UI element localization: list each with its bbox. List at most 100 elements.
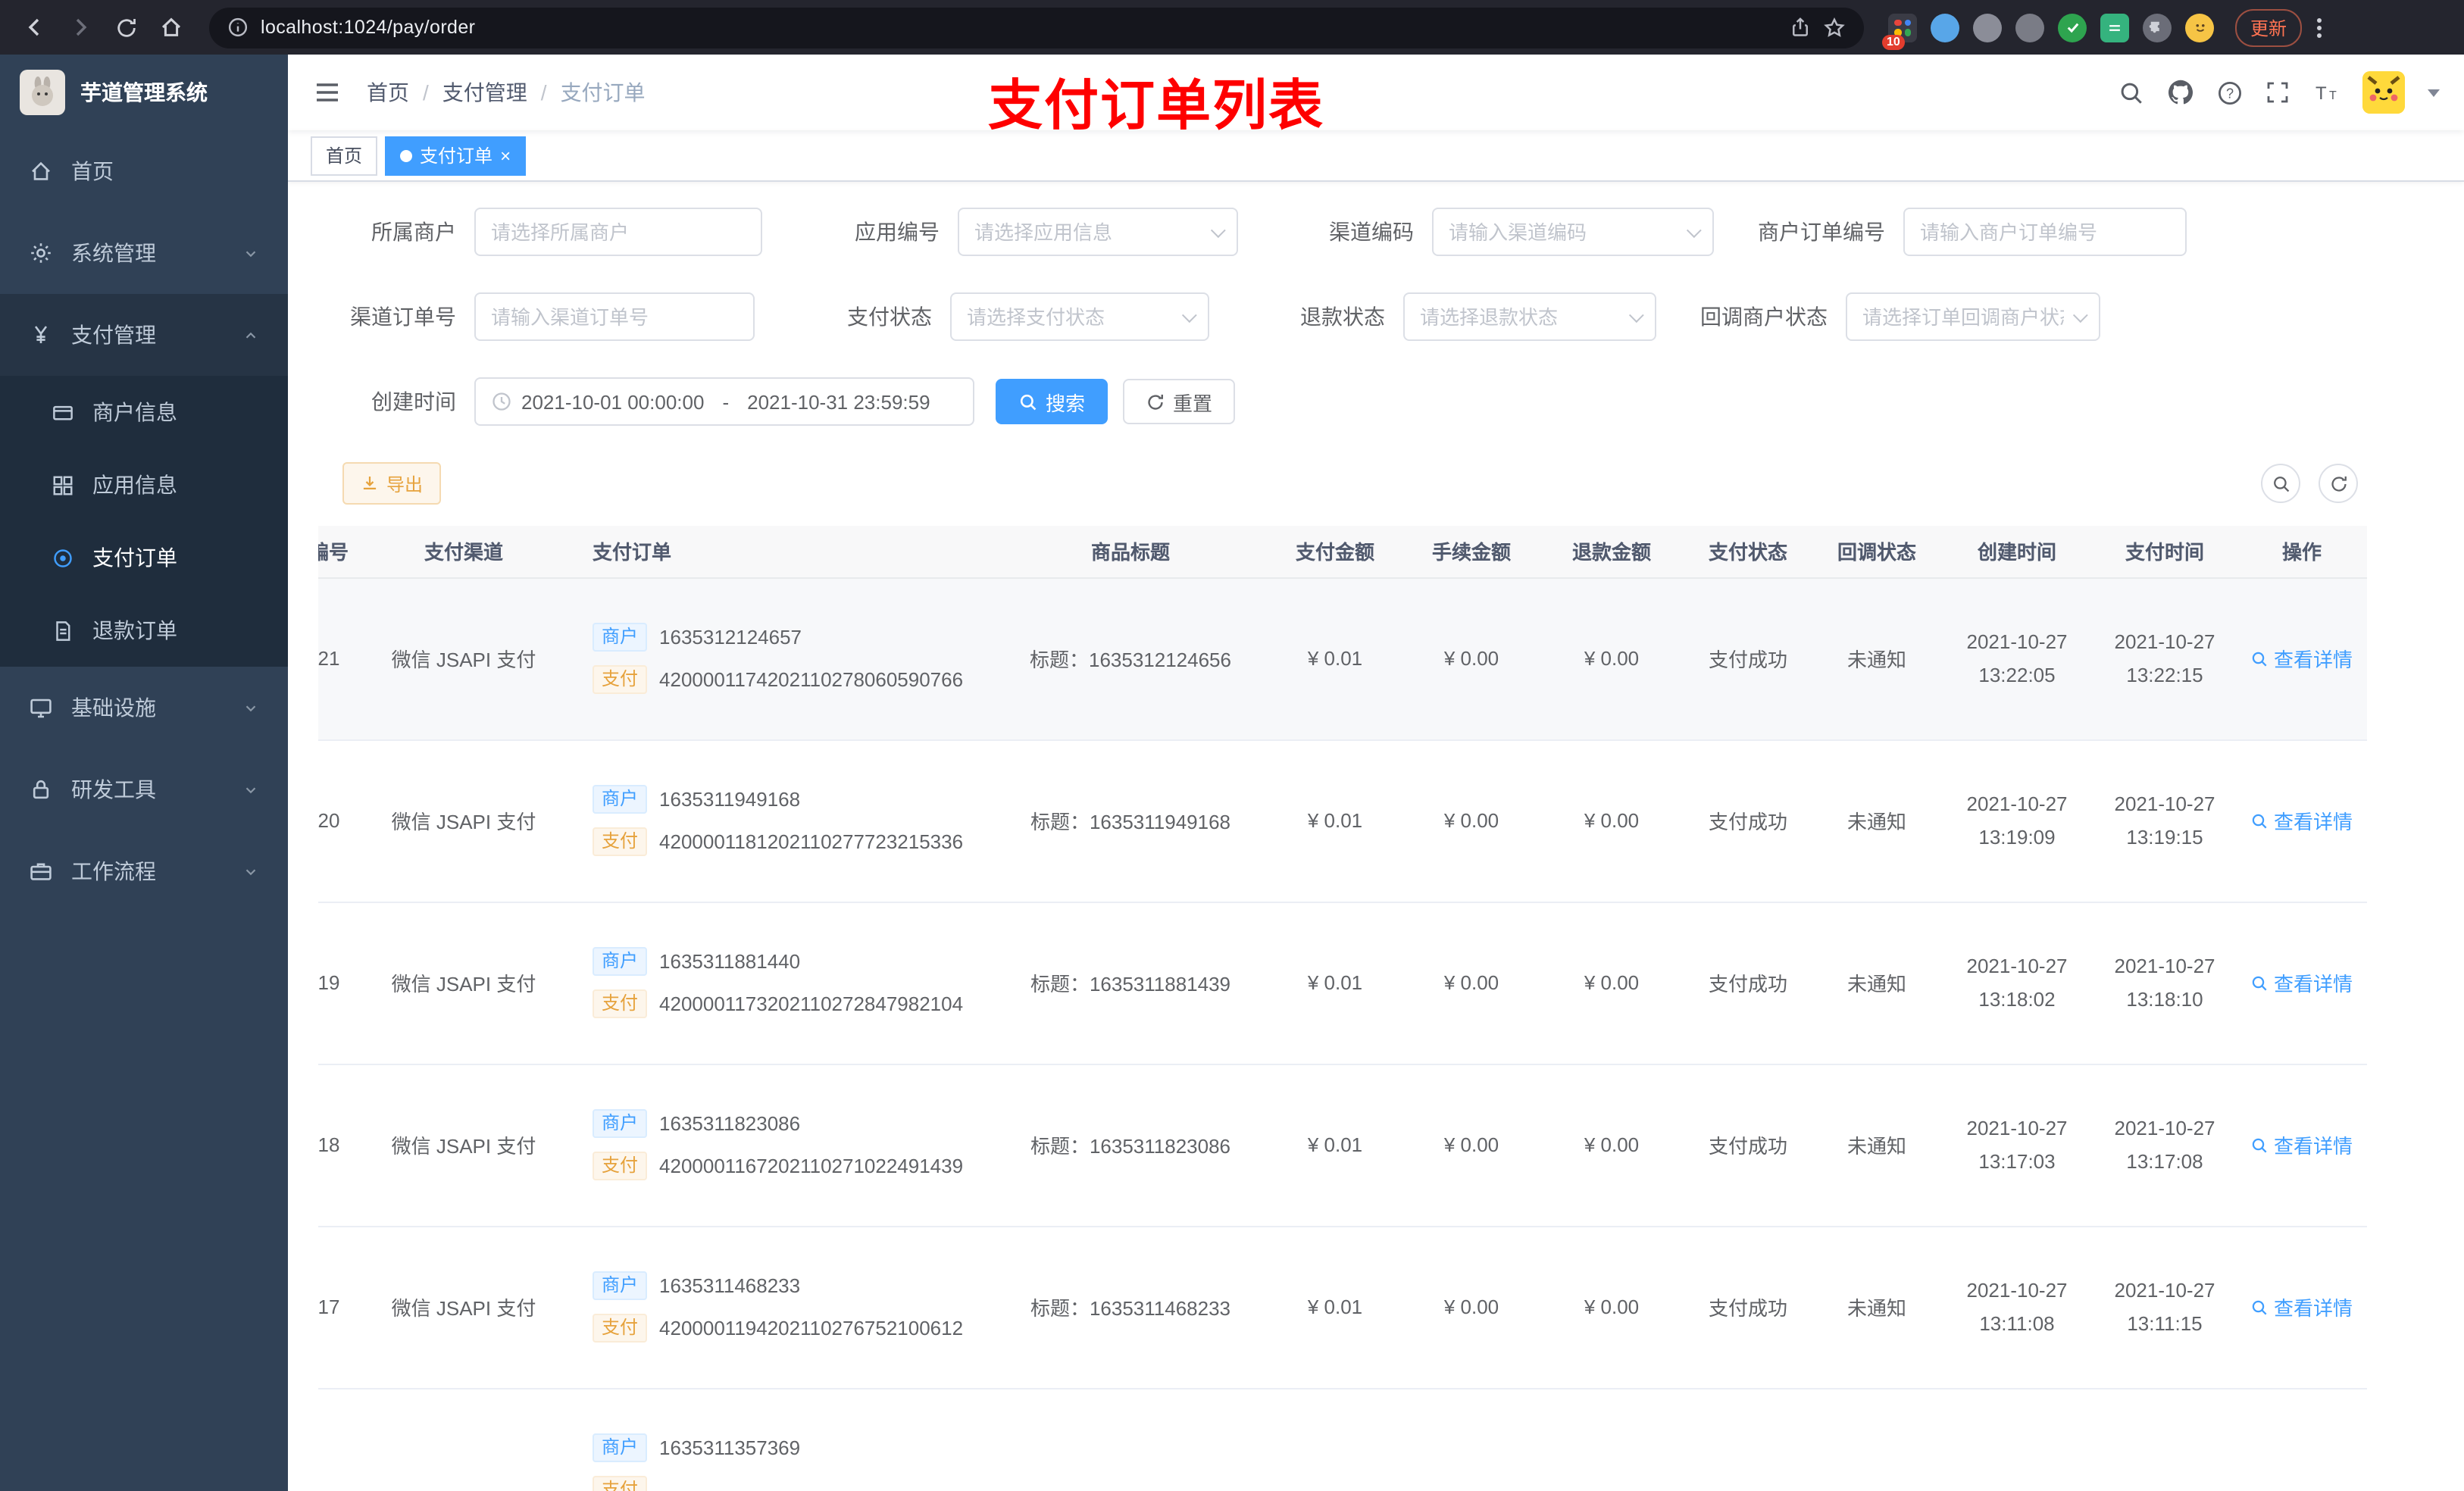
refresh-table-button[interactable] [2319, 464, 2358, 503]
site-info-icon[interactable] [227, 17, 249, 38]
channel-code-input[interactable] [1449, 220, 1678, 243]
monitor-icon [29, 695, 53, 720]
cell-refund: ¥ 0.00 [1540, 1226, 1684, 1389]
sidebar-item-app-info[interactable]: 应用信息 [0, 449, 288, 521]
sidebar-item-label: 支付管理 [71, 323, 156, 347]
extension-gray1-icon[interactable] [1973, 13, 2002, 42]
refund-status-select[interactable] [1403, 292, 1656, 341]
merchant-order-no-input[interactable] [1920, 220, 2170, 243]
date-end[interactable]: 2021-10-31 23:59:59 [747, 390, 930, 413]
forward-icon[interactable] [61, 8, 100, 47]
pay-status-input[interactable] [967, 305, 1173, 328]
view-details-link[interactable]: 查看详情 [2251, 968, 2353, 997]
pay-badge: 支付 [593, 989, 648, 1018]
app-logo[interactable]: 芋道管理系统 [0, 55, 288, 130]
tab-close-icon[interactable]: × [500, 146, 511, 164]
cell-actions: 查看详情 [2237, 1064, 2367, 1227]
merchant-select[interactable] [474, 208, 762, 256]
sidebar-item-workflow[interactable]: 工作流程 [0, 830, 288, 912]
home-icon[interactable] [152, 8, 191, 47]
view-details-link[interactable]: 查看详情 [2251, 806, 2353, 835]
export-button[interactable]: 导出 [342, 462, 442, 505]
sidebar-item-dev-tools[interactable]: 研发工具 [0, 749, 288, 830]
avatar-caret-icon[interactable] [2428, 89, 2440, 96]
view-details-link[interactable]: 查看详情 [2251, 644, 2353, 673]
reload-icon[interactable] [106, 8, 145, 47]
cell-status [1684, 1388, 1812, 1491]
extension-chat-icon[interactable] [2100, 13, 2129, 42]
cell-pay-order: 商户 1635311881440 支付 4200001173202110272847… [555, 902, 994, 1064]
channel-order-no-input[interactable] [491, 305, 738, 328]
filter-label: 回调商户状态 [1700, 305, 1828, 329]
refresh-icon [1146, 392, 1165, 411]
date-start[interactable]: 2021-10-01 00:00:00 [521, 390, 704, 413]
sidebar-item-home[interactable]: 首页 [0, 130, 288, 212]
cell-title: 标题：1635312124656 [994, 577, 1267, 740]
filter-row-3: 创建时间 2021-10-01 00:00:00 - 2021-10-31 23… [318, 377, 2434, 426]
sidebar-item-payment[interactable]: 支付管理 [0, 294, 288, 376]
pay-badge: 支付 [593, 1476, 648, 1491]
date-range-picker[interactable]: 2021-10-01 00:00:00 - 2021-10-31 23:59:5… [474, 377, 974, 426]
reset-button[interactable]: 重置 [1123, 379, 1236, 424]
chevron-down-icon [242, 699, 259, 716]
cell-title: 标题：1635311468233 [994, 1226, 1267, 1389]
cell-fee [1403, 1388, 1540, 1491]
share-icon[interactable] [1790, 17, 1811, 38]
view-details-link[interactable]: 查看详情 [2251, 1293, 2353, 1321]
tab-pay-order[interactable]: 支付订单 × [385, 136, 527, 175]
avatar-face-icon[interactable] [2185, 13, 2214, 42]
sidebar-item-pay-order[interactable]: 支付订单 [0, 521, 288, 594]
view-details-link[interactable]: 查看详情 [2251, 1130, 2353, 1159]
github-icon[interactable] [2167, 79, 2194, 106]
app-id-input[interactable] [974, 220, 1202, 243]
tab-home[interactable]: 首页 [311, 136, 378, 175]
breadcrumb-payment[interactable]: 支付管理 [442, 77, 527, 108]
font-size-icon[interactable]: TT [2312, 80, 2340, 105]
sidebar-item-label: 工作流程 [71, 859, 156, 883]
pay-status-select[interactable] [950, 292, 1209, 341]
breadcrumb-home[interactable]: 首页 [367, 77, 409, 108]
merchant-order-no-field[interactable] [1903, 208, 2187, 256]
refund-status-input[interactable] [1420, 305, 1620, 328]
puzzle-icon[interactable] [2143, 13, 2172, 42]
svg-text:?: ? [2226, 85, 2234, 100]
extension-drop-icon[interactable] [1931, 13, 1959, 42]
browser-menu-icon[interactable] [2317, 17, 2322, 37]
sidebar-item-merchant-info[interactable]: 商户信息 [0, 376, 288, 449]
cell-id [318, 1388, 373, 1491]
cell-paid: 2021-10-27 13:18:10 [2093, 902, 2237, 1064]
extension-pinned-icon[interactable]: 10 [1882, 13, 1917, 49]
svg-text:T: T [2315, 83, 2327, 104]
channel-code-select[interactable] [1432, 208, 1714, 256]
back-icon[interactable] [15, 8, 55, 47]
bookmark-star-icon[interactable] [1823, 16, 1846, 39]
extension-gray2-icon[interactable] [2015, 13, 2044, 42]
notify-status-select[interactable] [1846, 292, 2100, 341]
cell-id: 18 [318, 1064, 373, 1227]
fullscreen-icon[interactable] [2265, 80, 2290, 105]
hide-search-button[interactable] [2261, 464, 2300, 503]
cell-fee: ¥ 0.00 [1403, 577, 1540, 740]
merchant-input[interactable] [491, 220, 746, 243]
cell-status: 支付成功 [1684, 577, 1812, 740]
search-button[interactable]: 搜索 [996, 379, 1108, 424]
app-id-select[interactable] [958, 208, 1238, 256]
help-icon[interactable]: ? [2217, 80, 2243, 105]
sidebar-item-infrastructure[interactable]: 基础设施 [0, 667, 288, 749]
channel-order-no-field[interactable] [474, 292, 755, 341]
hamburger-icon[interactable] [312, 77, 342, 108]
cell-id: 21 [318, 577, 373, 740]
search-icon[interactable] [2118, 80, 2144, 105]
browser-update-button[interactable]: 更新 [2235, 8, 2303, 46]
notify-status-input[interactable] [1862, 305, 2064, 328]
filter-label: 渠道订单号 [350, 305, 456, 329]
chevron-down-icon [1628, 307, 1644, 323]
yen-icon [29, 323, 53, 347]
cell-title: 标题：1635311881439 [994, 902, 1267, 1064]
user-avatar[interactable] [2362, 71, 2405, 114]
extension-check-icon[interactable] [2058, 13, 2087, 42]
url-bar[interactable]: localhost:1024/pay/order [209, 7, 1864, 48]
sidebar-item-system[interactable]: 系统管理 [0, 212, 288, 294]
cell-refund [1540, 1388, 1684, 1491]
sidebar-item-refund-order[interactable]: 退款订单 [0, 594, 288, 667]
